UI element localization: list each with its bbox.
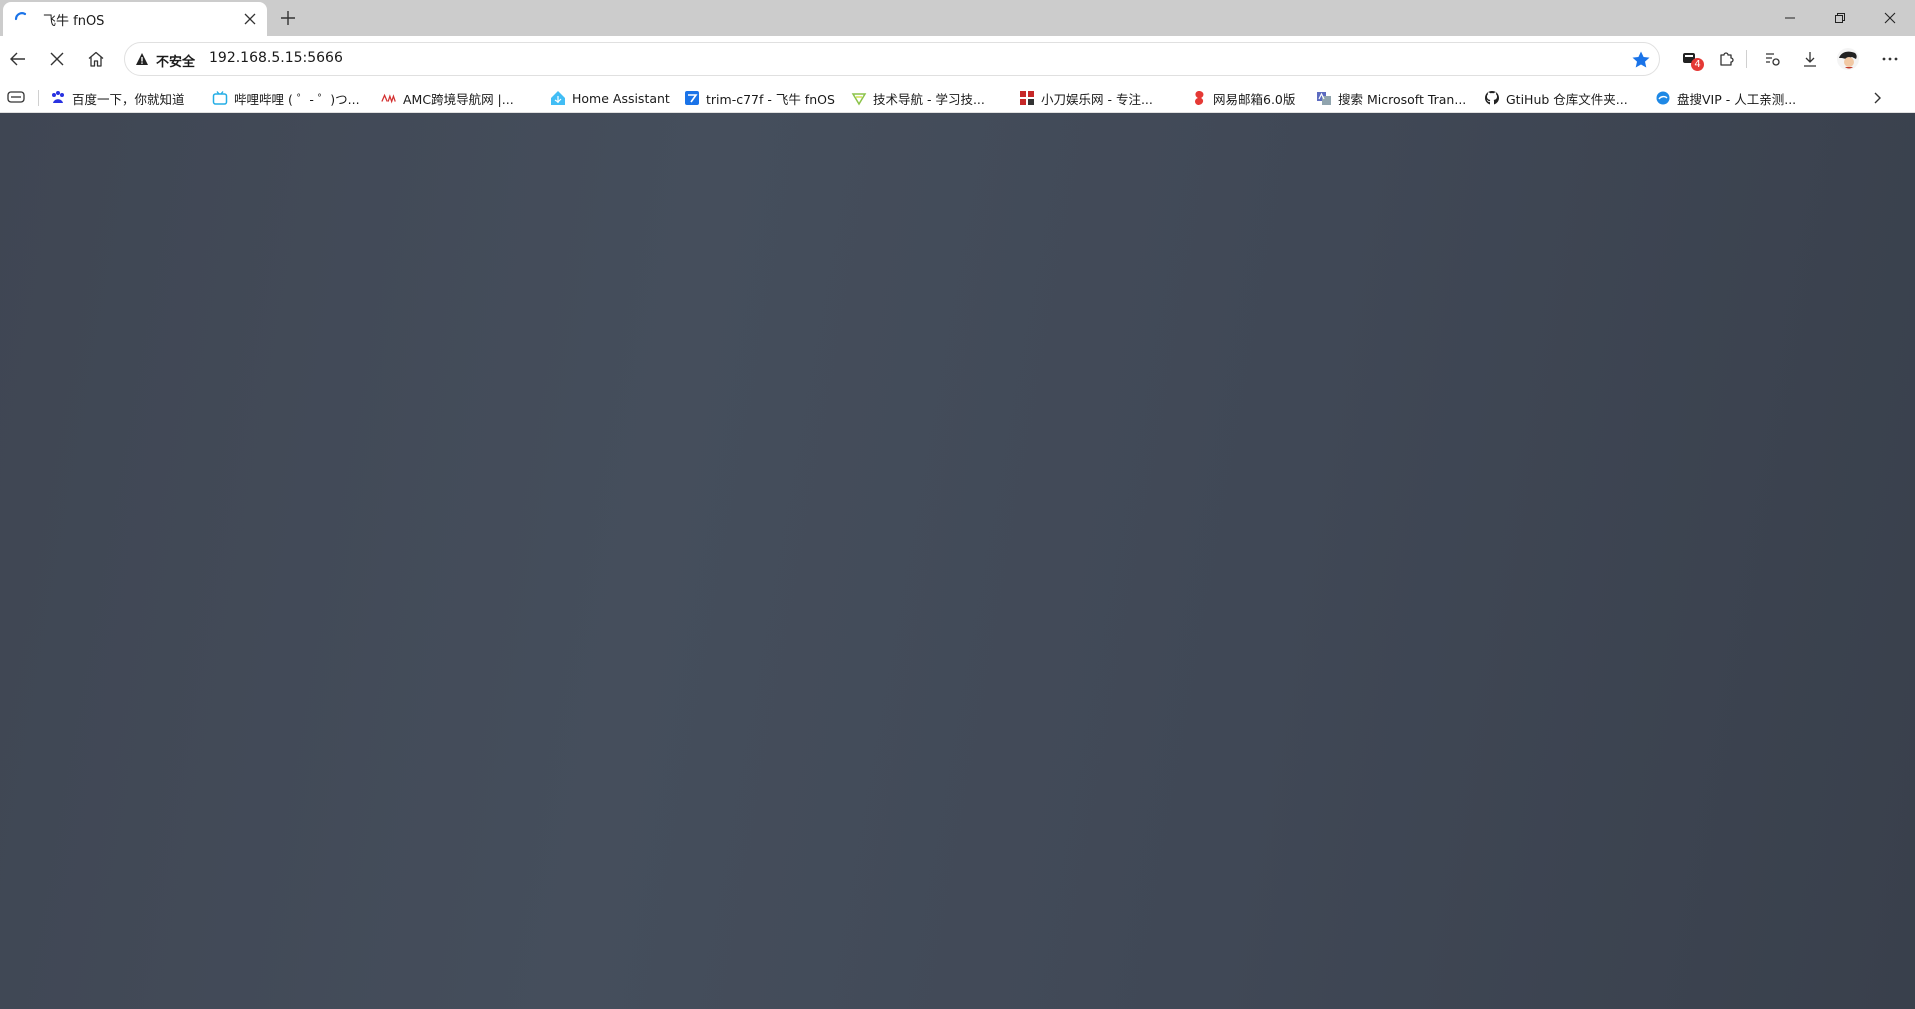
home-assistant-icon xyxy=(550,90,566,106)
bookmark-item[interactable]: 百度一下，你就知道 xyxy=(50,87,185,109)
download-icon xyxy=(1804,52,1816,67)
xiaodao-icon xyxy=(1019,90,1035,106)
bookmark-item[interactable]: 技术导航 - 学习技... xyxy=(851,87,985,109)
security-status-label[interactable]: 不安全 xyxy=(156,51,195,70)
microsoft-translator-icon xyxy=(1316,90,1332,106)
star-icon[interactable] xyxy=(1631,50,1651,70)
bookmark-item[interactable]: 小刀娱乐网 - 专注... xyxy=(1019,87,1153,109)
bookmark-item[interactable]: GtiHub 仓库文件夹... xyxy=(1484,87,1628,109)
favorites-button[interactable] xyxy=(1758,45,1786,73)
amc-icon xyxy=(381,90,397,106)
netease-mail-icon xyxy=(1191,90,1207,106)
stop-loading-button[interactable] xyxy=(43,45,71,73)
extension-badge: 4 xyxy=(1691,58,1704,71)
bookmark-item[interactable]: 搜索 Microsoft Tran... xyxy=(1316,87,1466,109)
arrow-left-icon xyxy=(10,52,25,66)
bookmark-item[interactable]: Home Assistant xyxy=(550,87,670,109)
downloads-button[interactable] xyxy=(1796,45,1824,73)
close-window-button[interactable] xyxy=(1865,0,1915,36)
loading-spinner-icon xyxy=(14,12,27,21)
address-bar[interactable]: 不安全 192.168.5.15:5666 xyxy=(124,42,1660,76)
bookmarks-overflow-button[interactable] xyxy=(1866,87,1888,109)
warning-icon xyxy=(136,53,148,65)
tab-close-icon[interactable] xyxy=(241,10,259,28)
bilibili-icon xyxy=(212,90,228,106)
minimize-button[interactable] xyxy=(1765,0,1815,36)
bookmark-item[interactable]: AMC跨境导航网 |... xyxy=(381,87,514,109)
bookmark-item[interactable]: 盘搜VIP - 人工亲测... xyxy=(1655,87,1796,109)
home-button[interactable] xyxy=(82,45,110,73)
stop-icon xyxy=(50,52,64,66)
title-bar: 飞牛 fnOS xyxy=(0,0,1915,36)
tech-nav-icon xyxy=(851,90,867,106)
extensions-button[interactable] xyxy=(1712,45,1740,73)
favorites-icon xyxy=(1766,53,1780,66)
bookmark-item[interactable]: 网易邮箱6.0版 xyxy=(1191,87,1295,109)
puzzle-icon xyxy=(1720,52,1734,66)
browser-toolbar: 不安全 192.168.5.15:5666 4 xyxy=(0,36,1915,82)
github-icon xyxy=(1484,90,1500,106)
close-icon xyxy=(244,13,256,25)
more-horizontal-icon xyxy=(1882,57,1898,61)
bookmark-item[interactable]: 哔哩哔哩 ( ゜- ゜)つ... xyxy=(212,87,360,109)
pansou-icon xyxy=(1655,90,1671,106)
minimize-icon xyxy=(1785,17,1795,19)
bookmarks-bar: 百度一下，你就知道 哔哩哔哩 ( ゜- ゜)つ... AMC跨境导航网 |...… xyxy=(0,82,1915,113)
profile-button[interactable] xyxy=(1834,45,1862,73)
apps-icon[interactable] xyxy=(6,89,26,105)
url-text[interactable]: 192.168.5.15:5666 xyxy=(209,50,343,66)
page-content-loading xyxy=(0,113,1915,1009)
plus-icon xyxy=(281,11,295,25)
active-tab[interactable]: 飞牛 fnOS xyxy=(3,2,267,36)
baidu-icon xyxy=(50,90,66,106)
tab-title: 飞牛 fnOS xyxy=(43,14,105,29)
new-tab-button[interactable] xyxy=(274,4,302,32)
restore-icon xyxy=(1835,13,1845,23)
toolbar-separator xyxy=(1746,50,1747,68)
chevron-right-icon xyxy=(1874,92,1881,104)
home-icon xyxy=(88,51,104,67)
more-menu-button[interactable] xyxy=(1876,45,1904,73)
extension-button[interactable]: 4 xyxy=(1676,45,1704,73)
restore-button[interactable] xyxy=(1815,0,1865,36)
fnos-icon xyxy=(684,90,700,106)
close-icon xyxy=(1884,12,1896,24)
bookmarks-divider xyxy=(38,90,39,106)
back-button[interactable] xyxy=(4,45,32,73)
avatar-icon xyxy=(1837,48,1859,70)
bookmark-item[interactable]: trim-c77f - 飞牛 fnOS xyxy=(684,87,835,109)
